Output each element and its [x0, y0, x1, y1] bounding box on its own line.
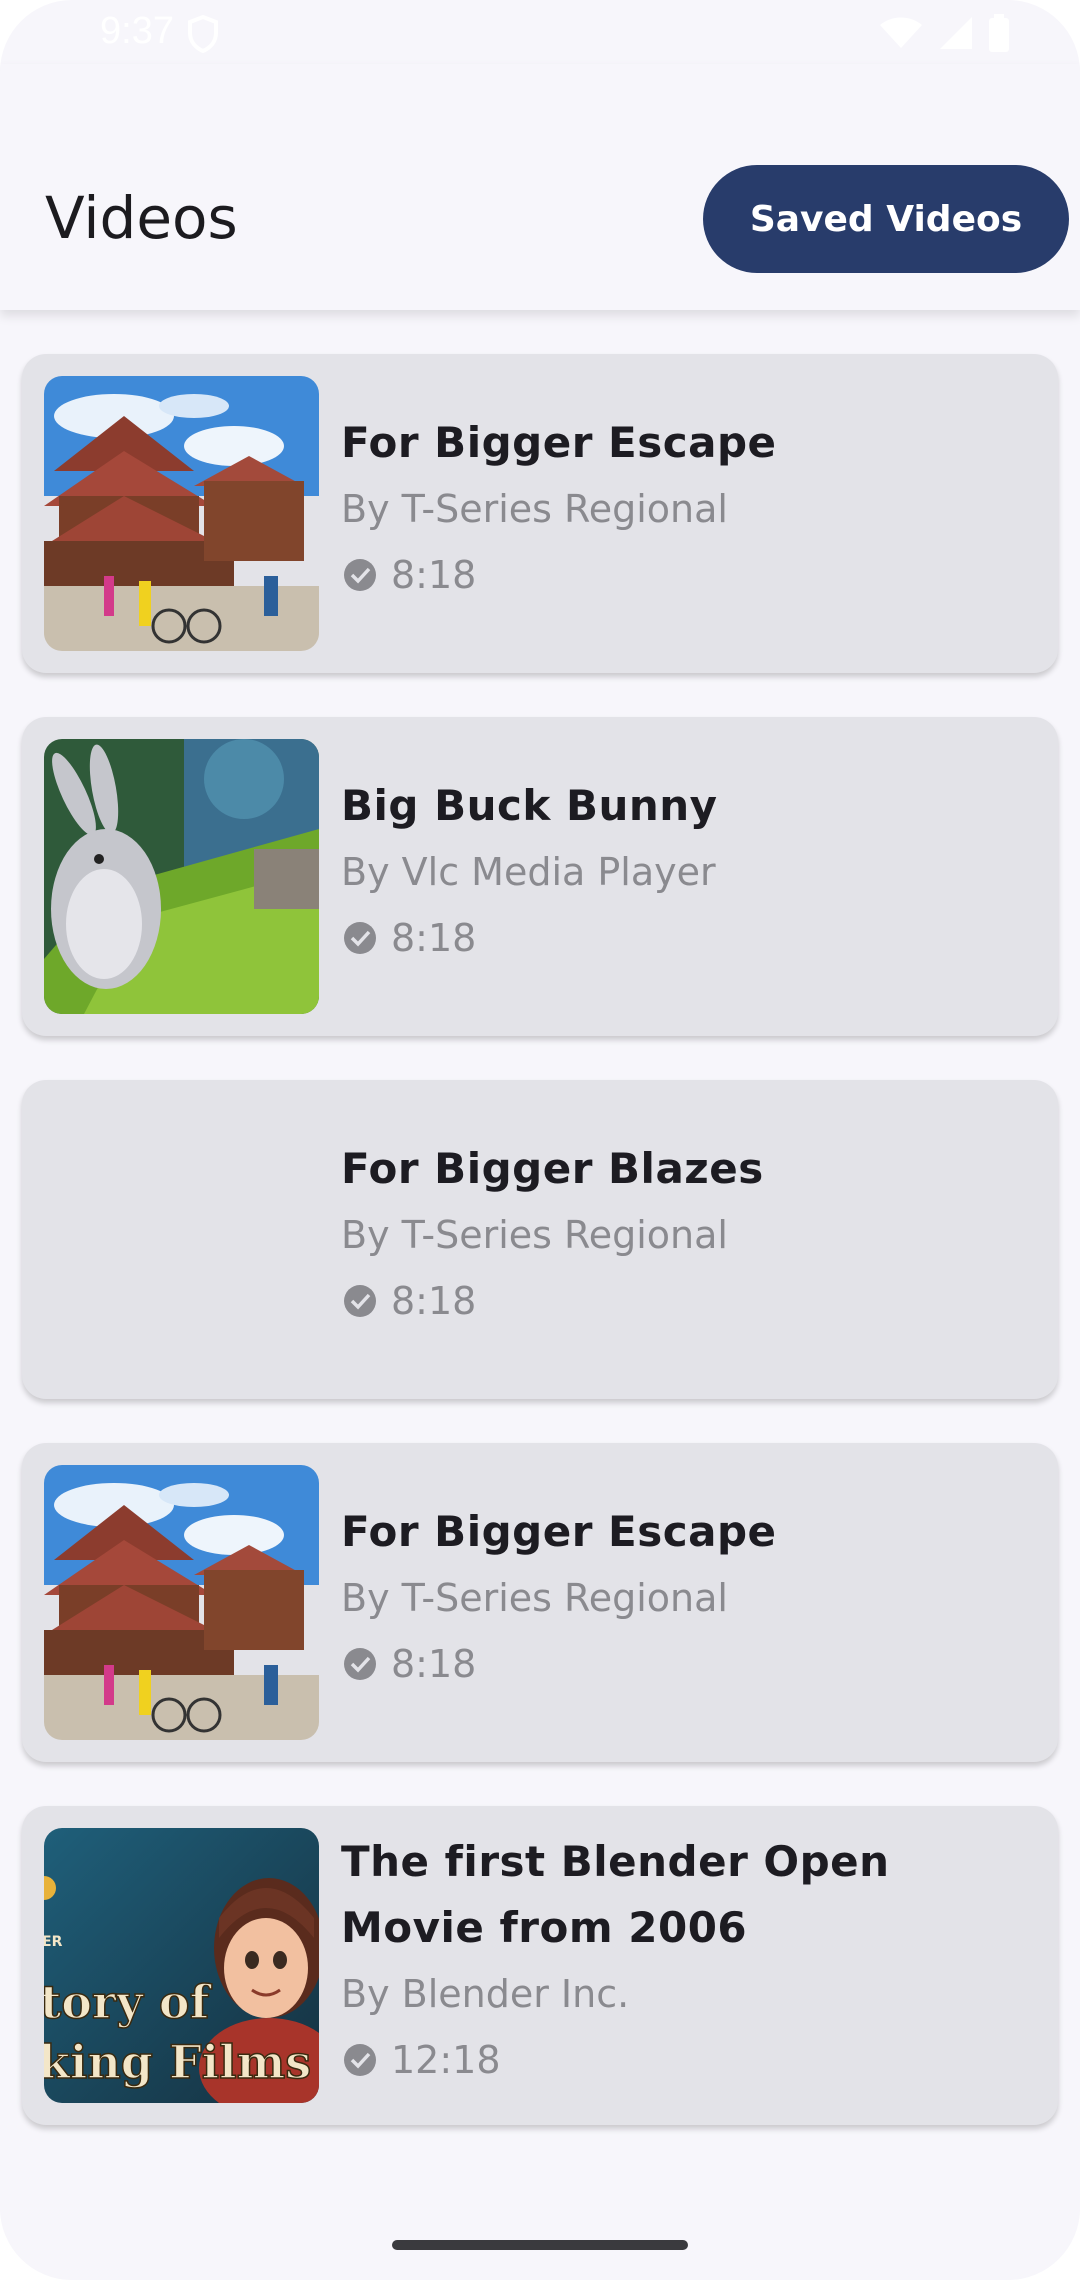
video-info: The first Blender Open Movie from 2006 B…: [341, 1829, 1028, 2093]
status-icons: [878, 14, 1010, 52]
check-circle-icon: [344, 922, 376, 954]
svg-text:ER: ER: [44, 1934, 63, 1950]
video-duration: 8:18: [391, 1279, 477, 1323]
status-bar: 9:37: [0, 0, 1080, 64]
video-info: For Bigger Escape By T-Series Regional 8…: [341, 410, 1028, 608]
video-duration: 8:18: [391, 553, 477, 597]
video-thumbnail: [44, 739, 319, 1014]
check-circle-icon: [344, 1285, 376, 1317]
video-author: By T-Series Regional: [341, 487, 728, 531]
video-title: For Bigger Escape: [341, 1507, 777, 1556]
video-author: By T-Series Regional: [341, 1576, 728, 1620]
video-info: Big Buck Bunny By Vlc Media Player 8:18: [341, 773, 1028, 971]
video-title: Big Buck Bunny: [341, 781, 718, 830]
signal-icon: [940, 17, 972, 49]
check-circle-icon: [344, 2044, 376, 2076]
video-duration: 8:18: [391, 916, 477, 960]
shield-icon: [188, 14, 218, 54]
poster-text-line-2: king Films: [44, 2035, 311, 2089]
video-card[interactable]: tory of king Films ER The first Blender …: [22, 1806, 1058, 2125]
video-card[interactable]: For Bigger Escape By T-Series Regional 8…: [22, 354, 1058, 673]
video-info: For Bigger Blazes By T-Series Regional 8…: [341, 1136, 1028, 1334]
app-bar: Videos Saved Videos: [0, 64, 1080, 310]
video-meta: 12:18: [341, 2027, 1028, 2093]
video-title: For Bigger Blazes: [341, 1144, 764, 1193]
check-circle-icon: [344, 1648, 376, 1680]
wifi-icon: [880, 17, 922, 48]
video-duration: 8:18: [391, 1642, 477, 1686]
video-title: For Bigger Escape: [341, 418, 777, 467]
check-circle-icon: [344, 559, 376, 591]
video-author: By Blender Inc.: [341, 1972, 630, 2016]
video-thumbnail: tory of king Films ER: [44, 1828, 319, 2103]
poster-text-line-1: tory of: [44, 1975, 213, 2029]
video-info: For Bigger Escape By T-Series Regional 8…: [341, 1499, 1028, 1697]
navigation-bar: [0, 2140, 1080, 2280]
video-meta: 8:18: [341, 1268, 1028, 1334]
video-thumbnail: [44, 1465, 319, 1740]
video-title: The first Blender Open Movie from 2006: [341, 1837, 890, 1952]
video-author: By Vlc Media Player: [341, 850, 716, 894]
video-thumbnail: [44, 376, 319, 651]
home-indicator[interactable]: [392, 2240, 688, 2250]
battery-icon: [989, 14, 1009, 52]
status-time: 9:37: [100, 10, 174, 52]
video-card[interactable]: For Bigger Escape By T-Series Regional 8…: [22, 1443, 1058, 1762]
video-meta: 8:18: [341, 1631, 1028, 1697]
video-duration: 12:18: [391, 2038, 501, 2082]
video-card[interactable]: For Bigger Blazes By T-Series Regional 8…: [22, 1080, 1058, 1399]
page-title: Videos: [45, 184, 238, 252]
video-list[interactable]: For Bigger Escape By T-Series Regional 8…: [0, 310, 1080, 2140]
video-meta: 8:18: [341, 905, 1028, 971]
video-author: By T-Series Regional: [341, 1213, 728, 1257]
video-card[interactable]: Big Buck Bunny By Vlc Media Player 8:18: [22, 717, 1058, 1036]
screen: 9:37 Videos Saved Videos For Bigger Esca…: [0, 0, 1080, 2280]
video-meta: 8:18: [341, 542, 1028, 608]
saved-videos-button[interactable]: Saved Videos: [703, 165, 1069, 273]
